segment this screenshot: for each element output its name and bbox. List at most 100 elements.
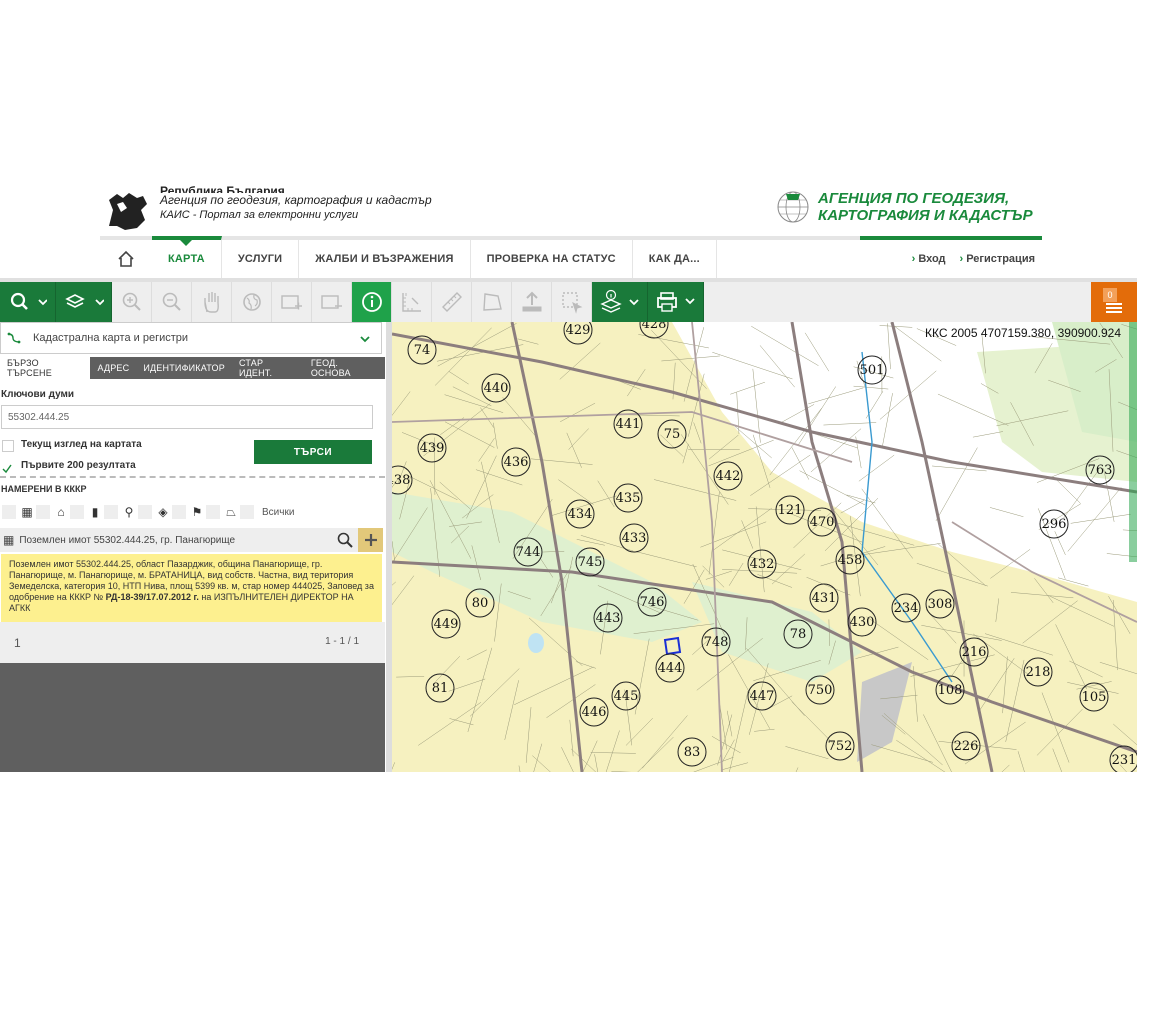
login-link[interactable]: › Вход <box>912 253 946 265</box>
agency-logo-text: АГЕНЦИЯ ПО ГЕОДЕЗИЯ, КАРТОГРАФИЯ И КАДАС… <box>818 190 1033 224</box>
house-icon: ⌂ <box>57 505 65 519</box>
cadastral-area-label: 447 <box>750 689 775 704</box>
cadastral-area-label: 746 <box>640 595 665 610</box>
globe-icon <box>242 293 261 311</box>
cadastral-area-label: 81 <box>432 681 449 696</box>
ruler-icon <box>441 292 462 312</box>
cadastral-area-label: 80 <box>472 596 489 611</box>
building-icon: ▮ <box>91 505 99 519</box>
filter-all-checkbox[interactable] <box>240 505 254 519</box>
filter-checkbox[interactable] <box>104 505 118 519</box>
tab-quick-search[interactable]: БЪРЗО ТЪРСЕНЕ <box>0 357 91 379</box>
chevron-right-icon: › <box>911 253 916 265</box>
cadastral-area-label: 440 <box>484 381 509 396</box>
nav-item-services[interactable]: УСЛУГИ <box>222 240 300 278</box>
current-view-checkbox[interactable] <box>2 440 14 452</box>
site-title: Република България Агенция по геодезия, … <box>160 184 432 223</box>
full-extent-button[interactable] <box>232 282 272 322</box>
cadastral-area-label: 444 <box>658 661 683 676</box>
cadastral-area-label: 226 <box>954 739 979 754</box>
tab-identifier[interactable]: ИДЕНТИФИКАТОР <box>136 357 232 379</box>
cadastral-map[interactable]: 429 428 74 440 441 75 501 439 436 442 763 438 435 121… <box>392 322 1137 772</box>
select-icon <box>561 292 582 314</box>
section-divider <box>0 476 385 478</box>
page-number[interactable]: 1 <box>14 636 21 650</box>
page-range: 1 - 1 / 1 <box>325 636 359 647</box>
search-button[interactable]: ТЪРСИ <box>254 440 372 464</box>
pan-button[interactable] <box>192 282 232 322</box>
agency-logo-line2: КАРТОГРАФИЯ И КАДАСТЪР <box>818 207 1033 224</box>
measure-tool-button[interactable] <box>392 282 432 322</box>
path-icon <box>7 332 21 344</box>
print-button[interactable] <box>648 282 704 322</box>
filter-checkbox[interactable] <box>36 505 50 519</box>
layer-select-value: Кадастрална карта и регистри <box>33 332 189 344</box>
register-label: Регистрация <box>966 253 1035 265</box>
cadastral-area-label: 74 <box>414 343 431 358</box>
home-icon[interactable] <box>100 240 152 278</box>
info-icon <box>361 292 382 312</box>
nav-item-map[interactable]: КАРТА <box>152 236 222 278</box>
panel-empty-area <box>0 663 385 772</box>
measure-distance-button[interactable] <box>432 282 472 322</box>
add-to-cart-button[interactable] <box>358 528 383 552</box>
cadastral-area-label: 431 <box>812 591 837 606</box>
first-200-checkbox[interactable] <box>2 461 12 474</box>
cadastral-area-label: 433 <box>622 531 647 546</box>
cadastral-area-label: 234 <box>894 601 919 616</box>
filter-checkbox[interactable] <box>70 505 84 519</box>
printer-icon <box>656 292 695 312</box>
cadastral-area-label: 430 <box>850 615 875 630</box>
map-side-actions[interactable] <box>1129 322 1137 562</box>
search-icon <box>10 292 47 310</box>
cadastral-area-label: 470 <box>810 515 835 530</box>
cadastral-area-label: 748 <box>704 635 729 650</box>
zoom-box-out-button[interactable] <box>312 282 352 322</box>
filter-checkbox[interactable] <box>206 505 220 519</box>
nav-item-how-to[interactable]: КАК ДА... <box>633 240 717 278</box>
filter-checkbox[interactable] <box>2 505 16 519</box>
tab-address[interactable]: АДРЕС <box>90 357 136 379</box>
search-tool-button[interactable] <box>0 282 56 322</box>
cadastral-area-label: 750 <box>808 683 833 698</box>
portal-line: КАИС - Портал за електронни услуги <box>160 209 359 221</box>
info-tool-button[interactable] <box>352 282 392 322</box>
map-view[interactable]: 429 428 74 440 441 75 501 439 436 442 763 438 435 121… <box>386 322 1137 772</box>
cadastral-area-label: 501 <box>860 363 885 378</box>
cadastral-area-label: 744 <box>516 545 541 560</box>
filter-checkbox[interactable] <box>172 505 186 519</box>
cadastral-area-label: 308 <box>928 597 953 612</box>
upload-button[interactable] <box>512 282 552 322</box>
cadastral-area-label: 436 <box>504 455 529 470</box>
zoom-box-in-icon <box>280 295 302 310</box>
keywords-label: Ключови думи <box>1 389 75 400</box>
layers-tool-button[interactable] <box>56 282 112 322</box>
cadastral-area-label: 108 <box>938 683 963 698</box>
zoom-out-icon <box>162 292 181 311</box>
grid-icon: ▦ <box>21 505 33 519</box>
register-link[interactable]: › Регистрация <box>960 253 1035 265</box>
layer-info-button[interactable] <box>592 282 648 322</box>
cart-button[interactable]: 0 <box>1091 282 1137 322</box>
cadastral-area-label: 432 <box>750 557 775 572</box>
layer-select[interactable]: Кадастрална карта и регистри <box>0 322 382 354</box>
select-area-button[interactable] <box>552 282 592 322</box>
zoom-in-button[interactable] <box>112 282 152 322</box>
cadastral-area-label: 763 <box>1088 463 1113 478</box>
search-icon <box>337 532 353 548</box>
zoom-box-in-button[interactable] <box>272 282 312 322</box>
nav-item-status-check[interactable]: ПРОВЕРКА НА СТАТУС <box>471 240 633 278</box>
nav-item-complaints[interactable]: ЖАЛБИ И ВЪЗРАЖЕНИЯ <box>299 240 471 278</box>
filter-checkbox[interactable] <box>138 505 152 519</box>
keywords-input[interactable]: 55302.444.25 <box>1 405 373 429</box>
agency-line: Агенция по геодезия, картография и кадас… <box>160 193 432 207</box>
cadastral-area-label: 216 <box>962 645 987 660</box>
measure-area-button[interactable] <box>472 282 512 322</box>
result-item-header[interactable]: ▦ Поземлен имот 55302.444.25, гр. Панагю… <box>0 528 383 552</box>
tab-geodetic-base[interactable]: ГЕОД. ОСНОВА <box>304 357 385 379</box>
zoom-out-button[interactable] <box>152 282 192 322</box>
zoom-to-result-button[interactable] <box>333 528 357 552</box>
tab-old-identifier[interactable]: СТАР ИДЕНТ. <box>232 357 304 379</box>
current-view-label: Текущ изглед на картата <box>21 439 142 450</box>
cadastral-area-label: 121 <box>778 503 803 518</box>
